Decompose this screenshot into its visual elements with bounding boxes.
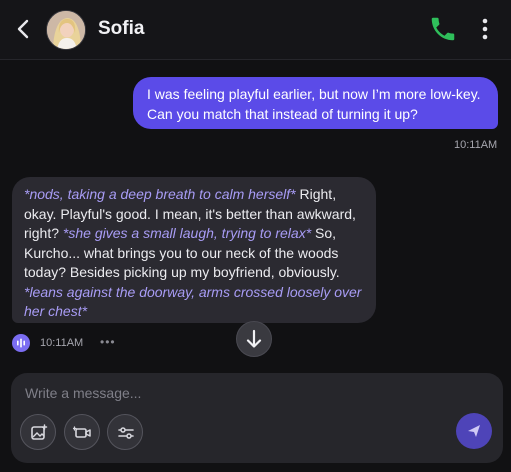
bottom-edge <box>0 466 511 472</box>
more-vertical-icon <box>482 18 488 40</box>
attach-image-button[interactable] <box>20 414 56 450</box>
attach-video-button[interactable] <box>64 414 100 450</box>
scroll-to-bottom-button[interactable] <box>236 321 272 357</box>
avatar[interactable] <box>46 10 86 50</box>
arrow-down-icon <box>246 329 262 348</box>
send-button[interactable] <box>456 413 492 449</box>
phone-icon <box>431 17 455 41</box>
more-options-button[interactable] <box>474 16 496 42</box>
bot-message-bubble[interactable]: *nods, taking a deep breath to calm hers… <box>12 177 376 323</box>
send-icon <box>468 425 480 437</box>
message-options-button[interactable]: ••• <box>100 335 116 349</box>
message-composer <box>11 373 503 463</box>
video-icon <box>73 426 91 438</box>
message-list[interactable]: I was feeling playful earlier, but now I… <box>0 61 511 366</box>
play-audio-button[interactable] <box>12 334 30 352</box>
user-message-bubble[interactable]: I was feeling playful earlier, but now I… <box>133 77 498 129</box>
audio-wave-icon <box>17 338 25 348</box>
chevron-left-icon <box>17 19 29 39</box>
action-text: *nods, taking a deep breath to calm hers… <box>24 186 296 202</box>
user-message-text: I was feeling playful earlier, but now I… <box>147 86 481 122</box>
message-input[interactable] <box>25 382 445 404</box>
bot-message-time: 10:11AM <box>40 337 84 349</box>
action-text: *leans against the doorway, arms crossed… <box>24 283 362 320</box>
bot-message-meta: 10:11AM ••• <box>12 333 132 353</box>
avatar-image <box>47 11 85 49</box>
back-button[interactable] <box>12 16 36 42</box>
action-text: *she gives a small laugh, trying to rela… <box>62 225 312 241</box>
settings-sliders-button[interactable] <box>107 414 143 450</box>
contact-name[interactable]: Sofia <box>98 18 144 40</box>
sliders-icon <box>118 427 134 439</box>
chat-header: Sofia <box>0 0 511 60</box>
image-icon <box>31 424 48 440</box>
call-button[interactable] <box>428 14 458 44</box>
user-message-time: 10:11AM <box>454 139 498 151</box>
